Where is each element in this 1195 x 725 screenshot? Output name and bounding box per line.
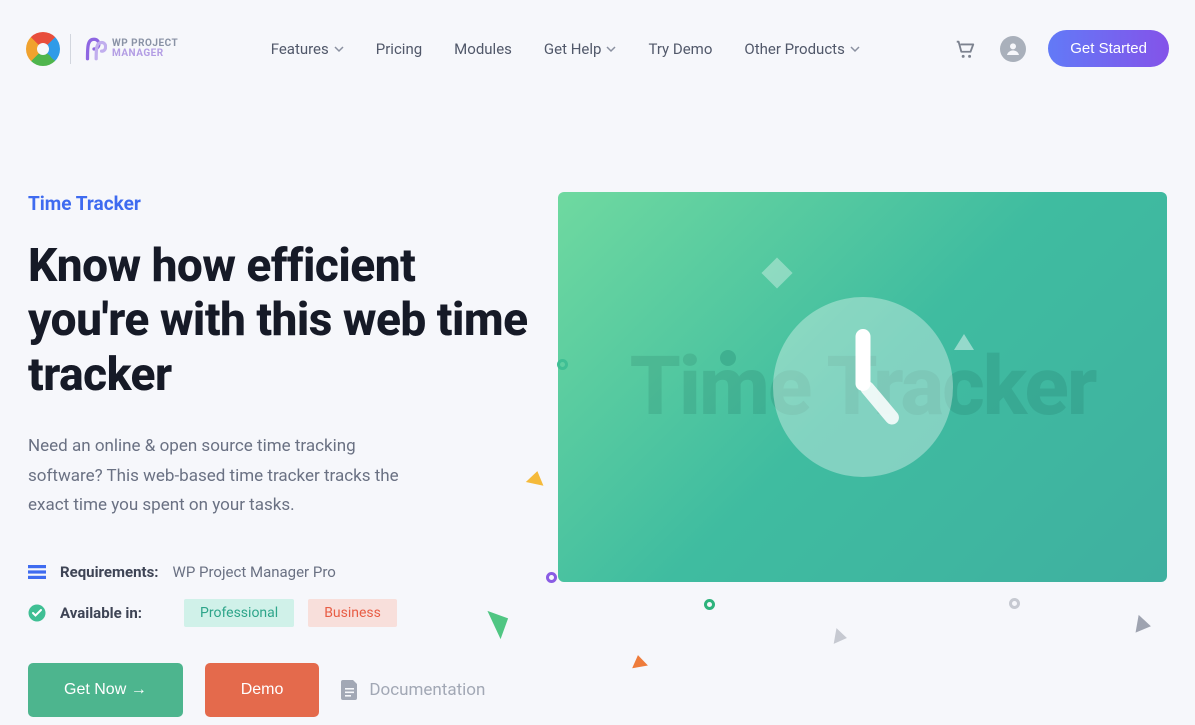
document-icon [341, 680, 359, 700]
nav-try-demo[interactable]: Try Demo [648, 40, 712, 58]
plan-tag-business[interactable]: Business [308, 599, 397, 627]
page-title: Know how efficient you're with this web … [28, 239, 528, 402]
account-button[interactable] [1000, 36, 1026, 62]
chevron-down-icon [334, 44, 344, 54]
demo-button[interactable]: Demo [205, 663, 320, 717]
wp-project-manager-logo: WP PROJECT MANAGER [81, 36, 178, 62]
get-started-button[interactable]: Get Started [1048, 30, 1169, 67]
nav-modules[interactable]: Modules [454, 40, 512, 58]
nav-other-products-label: Other Products [744, 40, 844, 58]
brand-line1: WP PROJECT [112, 39, 178, 49]
pm-logo-icon [81, 36, 107, 62]
list-icon [28, 565, 46, 579]
site-header: WP PROJECT MANAGER Features Pricing Modu… [0, 0, 1195, 97]
nav-features[interactable]: Features [271, 40, 344, 58]
hero-content: Time Tracker Know how efficient you're w… [28, 192, 528, 717]
hero-section: Time Tracker Know how efficient you're w… [0, 97, 1195, 717]
eyebrow: Time Tracker [28, 192, 528, 215]
requirements-value: WP Project Manager Pro [173, 563, 336, 581]
cta-row: Get Now → Demo Documentation [28, 663, 528, 717]
page-subtitle: Need an online & open source time tracki… [28, 432, 408, 521]
chevron-down-icon [850, 44, 860, 54]
available-label: Available in: [60, 604, 142, 622]
cart-icon [954, 38, 976, 60]
nav-try-demo-label: Try Demo [648, 40, 712, 58]
nav-other-products[interactable]: Other Products [744, 40, 859, 58]
cart-button[interactable] [952, 36, 978, 62]
nav-modules-label: Modules [454, 40, 512, 58]
main-nav: Features Pricing Modules Get Help Try De… [271, 40, 860, 58]
nav-pricing[interactable]: Pricing [376, 40, 422, 58]
requirements-label: Requirements: [60, 563, 159, 581]
clock-icon [773, 297, 953, 477]
get-now-button[interactable]: Get Now → [28, 663, 183, 717]
hero-illustration: Time Tracker [558, 192, 1167, 582]
documentation-label: Documentation [369, 680, 485, 700]
chevron-down-icon [606, 44, 616, 54]
nav-pricing-label: Pricing [376, 40, 422, 58]
nav-get-help[interactable]: Get Help [544, 40, 617, 58]
documentation-link[interactable]: Documentation [341, 680, 485, 700]
brand-line2: MANAGER [112, 49, 178, 59]
logo-divider [70, 34, 71, 64]
header-right: Get Started [952, 30, 1169, 67]
check-circle-icon [28, 604, 46, 622]
nav-get-help-label: Get Help [544, 40, 602, 58]
plan-tag-professional[interactable]: Professional [184, 599, 294, 627]
available-row: Available in: Professional Business [28, 599, 528, 627]
user-icon [1000, 36, 1026, 62]
logo-group[interactable]: WP PROJECT MANAGER [26, 32, 178, 66]
nav-features-label: Features [271, 40, 329, 58]
decoration-diamond [761, 257, 792, 288]
wedevs-logo-icon [26, 32, 60, 66]
requirements-row: Requirements: WP Project Manager Pro [28, 563, 528, 581]
